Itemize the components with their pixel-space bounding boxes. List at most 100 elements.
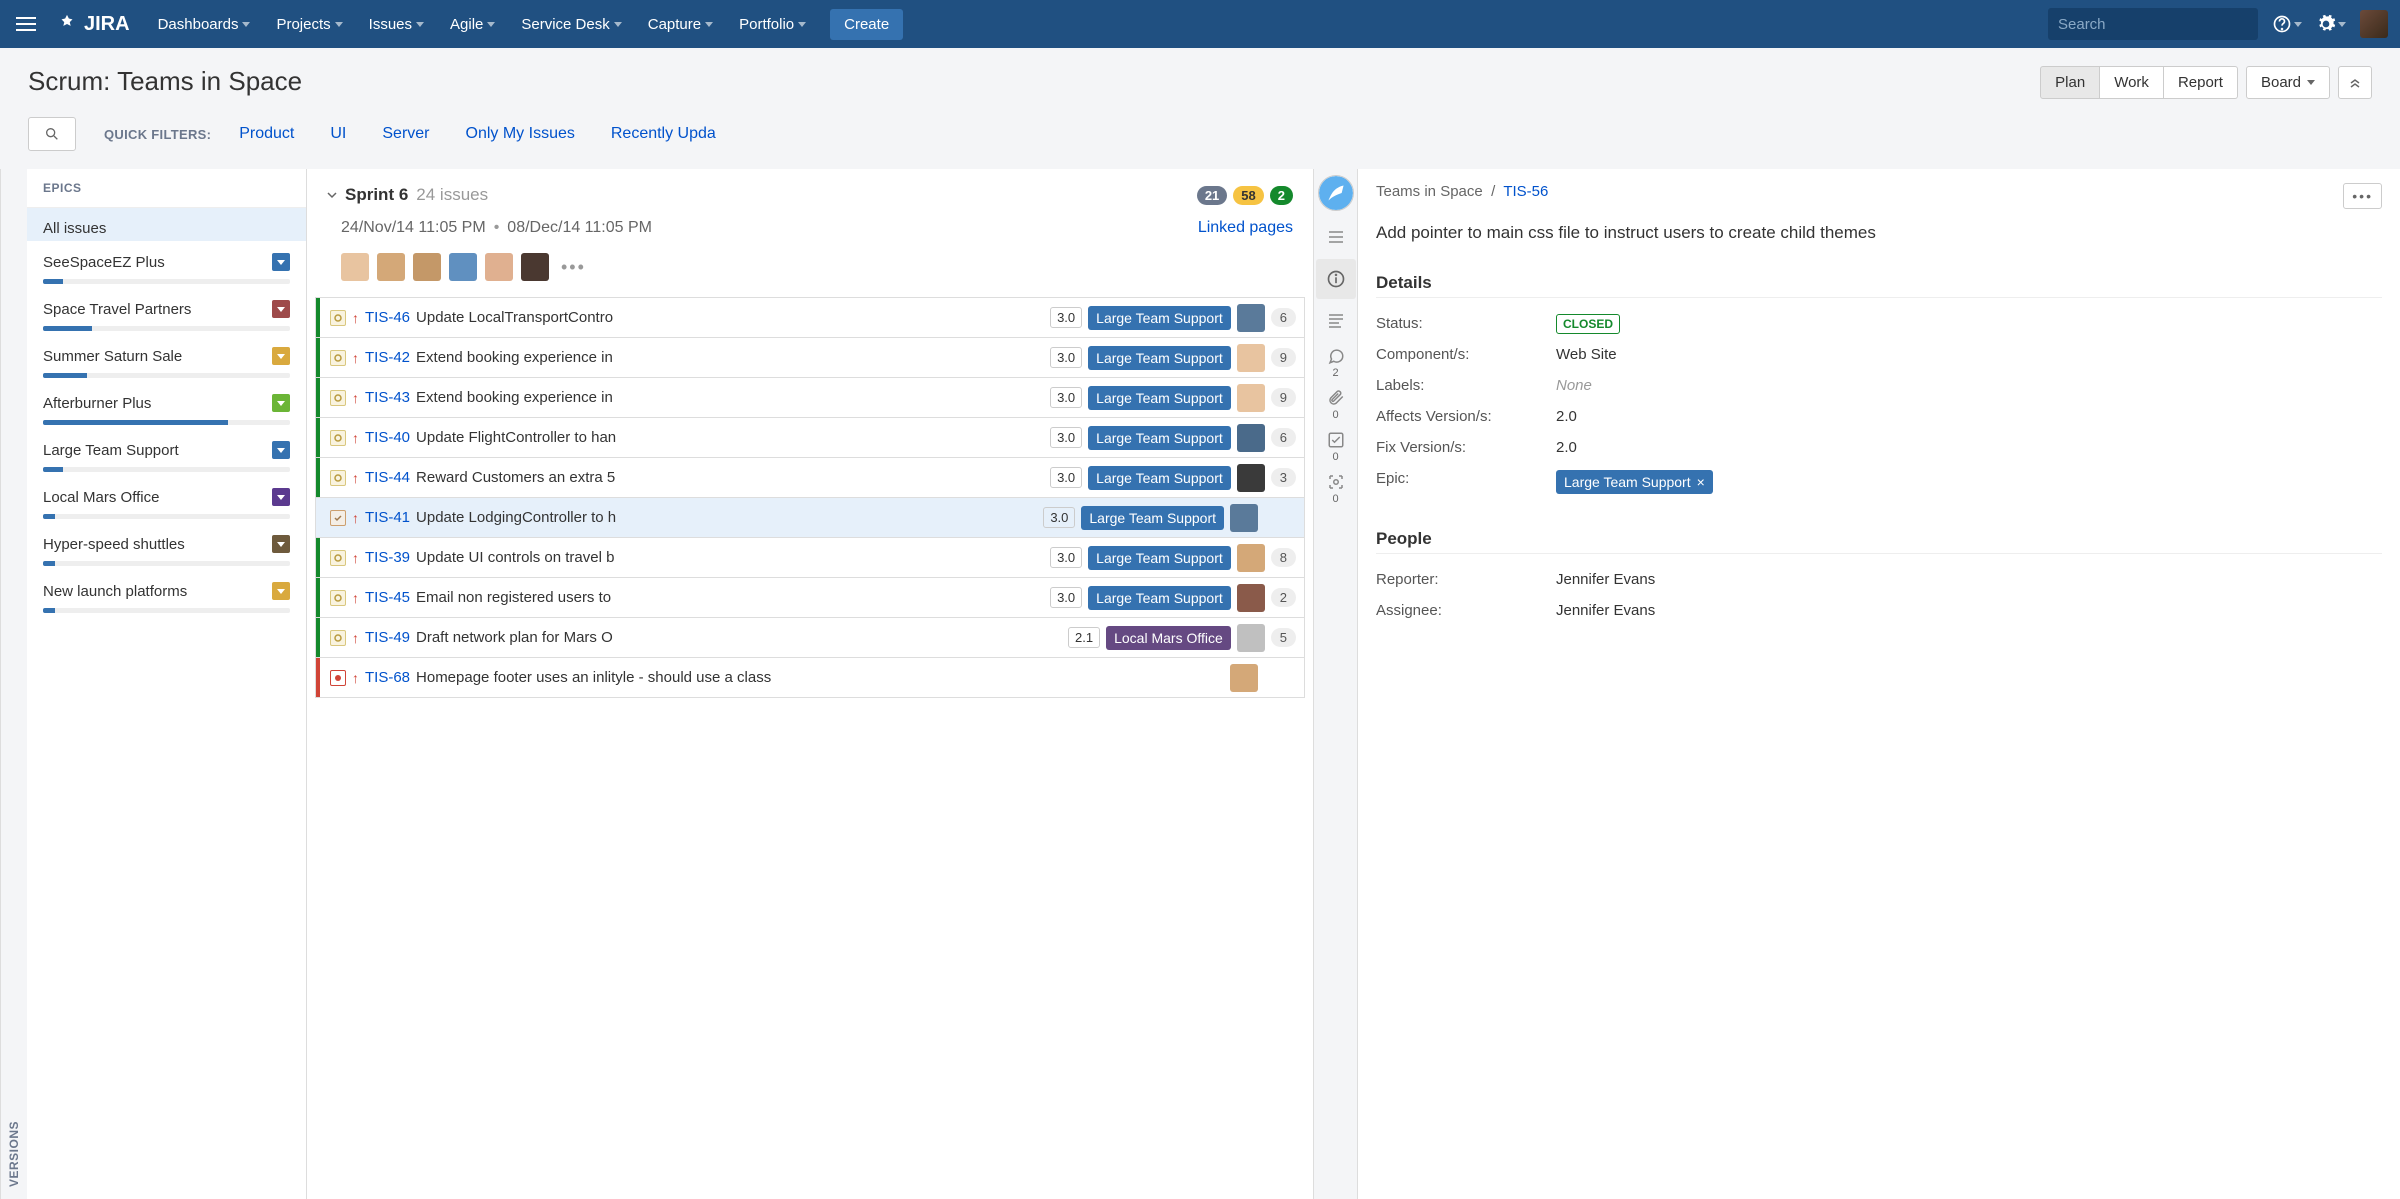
create-button[interactable]: Create (830, 9, 903, 40)
issue-key[interactable]: TIS-42 (365, 349, 410, 366)
issue-row[interactable]: ↑TIS-41Update LodgingController to h3.0L… (315, 498, 1305, 538)
issue-key[interactable]: TIS-43 (365, 389, 410, 406)
assignee-avatar[interactable] (413, 253, 441, 281)
epic-expand-icon[interactable] (272, 441, 290, 459)
issue-assignee-avatar[interactable] (1237, 384, 1265, 412)
issue-row[interactable]: ↑TIS-43Extend booking experience in3.0La… (315, 378, 1305, 418)
issue-epic-badge[interactable]: Large Team Support (1088, 426, 1231, 450)
issue-row[interactable]: ↑TIS-45Email non registered users to3.0L… (315, 578, 1305, 618)
detail-more-menu[interactable]: ••• (2343, 183, 2382, 209)
rail-screenshot-icon[interactable]: 0 (1316, 469, 1356, 509)
issue-assignee-avatar[interactable] (1237, 424, 1265, 452)
issue-key[interactable]: TIS-45 (365, 589, 410, 606)
assignee-avatar[interactable] (521, 253, 549, 281)
epic-item[interactable]: Summer Saturn Sale (27, 335, 306, 382)
assignee-avatar[interactable] (485, 253, 513, 281)
epic-item[interactable]: New launch platforms (27, 570, 306, 617)
epic-expand-icon[interactable] (272, 488, 290, 506)
expand-button[interactable] (2338, 66, 2372, 99)
issue-key[interactable]: TIS-44 (365, 469, 410, 486)
project-avatar-icon[interactable] (1318, 175, 1354, 211)
issue-assignee-avatar[interactable] (1230, 504, 1258, 532)
tab-report[interactable]: Report (2164, 66, 2238, 99)
issue-epic-badge[interactable]: Large Team Support (1088, 346, 1231, 370)
search-input[interactable] (2058, 16, 2257, 33)
quick-filter-server[interactable]: Server (382, 125, 429, 143)
epic-item[interactable]: Space Travel Partners (27, 288, 306, 335)
issue-row[interactable]: ↑TIS-40Update FlightController to han3.0… (315, 418, 1305, 458)
epic-expand-icon[interactable] (272, 300, 290, 318)
rail-info-icon[interactable] (1316, 259, 1356, 299)
rail-description-icon[interactable] (1316, 301, 1356, 341)
issue-epic-badge[interactable]: Large Team Support (1081, 506, 1224, 530)
quick-filter-ui[interactable]: UI (330, 125, 346, 143)
issue-assignee-avatar[interactable] (1230, 664, 1258, 692)
nav-item-service-desk[interactable]: Service Desk (509, 8, 633, 41)
nav-item-portfolio[interactable]: Portfolio (727, 8, 818, 41)
issue-row[interactable]: ↑TIS-49Draft network plan for Mars O2.1L… (315, 618, 1305, 658)
quick-filter-product[interactable]: Product (239, 125, 294, 143)
issue-epic-badge[interactable]: Large Team Support (1088, 306, 1231, 330)
issue-epic-badge[interactable]: Local Mars Office (1106, 626, 1231, 650)
rail-detail-icon[interactable] (1316, 217, 1356, 257)
linked-pages-link[interactable]: Linked pages (1198, 219, 1293, 237)
nav-item-capture[interactable]: Capture (636, 8, 725, 41)
issue-assignee-avatar[interactable] (1237, 624, 1265, 652)
epic-item[interactable]: SeeSpaceEZ Plus (27, 241, 306, 288)
issue-key[interactable]: TIS-68 (365, 669, 410, 686)
rail-subtasks-icon[interactable]: 0 (1316, 427, 1356, 467)
epic-lozenge[interactable]: Large Team Support× (1556, 470, 1713, 494)
help-icon[interactable] (2272, 14, 2302, 34)
search-box[interactable] (2048, 8, 2258, 40)
sprint-collapse-icon[interactable] (327, 190, 337, 200)
assignee-avatar[interactable] (341, 253, 369, 281)
tab-plan[interactable]: Plan (2040, 66, 2100, 99)
user-avatar[interactable] (2360, 10, 2388, 38)
issue-assignee-avatar[interactable] (1237, 544, 1265, 572)
epic-item[interactable]: Large Team Support (27, 429, 306, 476)
epic-expand-icon[interactable] (272, 347, 290, 365)
remove-epic-icon[interactable]: × (1697, 474, 1705, 490)
settings-icon[interactable] (2316, 14, 2346, 34)
assignee-avatar[interactable] (377, 253, 405, 281)
epic-expand-icon[interactable] (272, 253, 290, 271)
rail-comments-icon[interactable]: 2 (1316, 343, 1356, 383)
epic-expand-icon[interactable] (272, 582, 290, 600)
issue-assignee-avatar[interactable] (1237, 304, 1265, 332)
issue-epic-badge[interactable]: Large Team Support (1088, 386, 1231, 410)
issue-assignee-avatar[interactable] (1237, 464, 1265, 492)
quick-filter-recently-upda[interactable]: Recently Upda (611, 125, 716, 143)
nav-item-agile[interactable]: Agile (438, 8, 507, 41)
issue-key[interactable]: TIS-41 (365, 509, 410, 526)
board-dropdown[interactable]: Board (2246, 66, 2330, 99)
issue-row[interactable]: ↑TIS-68Homepage footer uses an inlityle … (315, 658, 1305, 698)
jira-logo[interactable]: JIRA (56, 13, 130, 36)
nav-item-issues[interactable]: Issues (357, 8, 436, 41)
epic-expand-icon[interactable] (272, 394, 290, 412)
quick-filter-search-button[interactable] (28, 117, 76, 151)
nav-item-projects[interactable]: Projects (264, 8, 354, 41)
epic-item[interactable]: Local Mars Office (27, 476, 306, 523)
issue-key-link[interactable]: TIS-56 (1503, 183, 1548, 200)
issue-key[interactable]: TIS-40 (365, 429, 410, 446)
versions-tab[interactable]: VERSIONS (0, 169, 27, 1199)
tab-work[interactable]: Work (2100, 66, 2164, 99)
app-switcher-icon[interactable] (12, 10, 40, 38)
more-assignees-icon[interactable]: ••• (561, 257, 586, 278)
issue-row[interactable]: ↑TIS-44Reward Customers an extra 53.0Lar… (315, 458, 1305, 498)
issue-epic-badge[interactable]: Large Team Support (1088, 466, 1231, 490)
epic-item[interactable]: Afterburner Plus (27, 382, 306, 429)
issue-key[interactable]: TIS-46 (365, 309, 410, 326)
issue-key[interactable]: TIS-39 (365, 549, 410, 566)
epic-expand-icon[interactable] (272, 535, 290, 553)
quick-filter-only-my-issues[interactable]: Only My Issues (466, 125, 575, 143)
assignee-avatar[interactable] (449, 253, 477, 281)
issue-epic-badge[interactable]: Large Team Support (1088, 546, 1231, 570)
issue-row[interactable]: ↑TIS-39Update UI controls on travel b3.0… (315, 538, 1305, 578)
issue-row[interactable]: ↑TIS-42Extend booking experience in3.0La… (315, 338, 1305, 378)
epic-item[interactable]: Hyper-speed shuttles (27, 523, 306, 570)
issue-assignee-avatar[interactable] (1237, 584, 1265, 612)
nav-item-dashboards[interactable]: Dashboards (146, 8, 263, 41)
issue-row[interactable]: ↑TIS-46Update LocalTransportContro3.0Lar… (315, 298, 1305, 338)
rail-attachments-icon[interactable]: 0 (1316, 385, 1356, 425)
